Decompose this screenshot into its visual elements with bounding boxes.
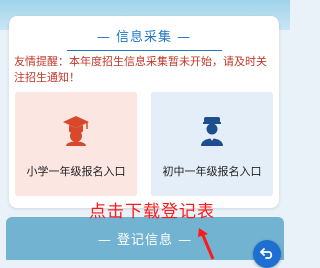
primary-entry-label: 小学一年级报名入口 <box>26 165 126 178</box>
info-collection-card: — 信息采集 — 友情提醒：本年度招生信息采集暂未开始，请及时关注招生通知！ 小… <box>9 16 279 208</box>
red-arrow-icon <box>198 228 215 260</box>
graduation-cap-icon <box>63 116 89 146</box>
notice-text: 友情提醒：本年度招生信息采集暂未开始，请及时关注招生通知！ <box>14 55 267 84</box>
register-info-label: — 登记信息 — <box>97 233 193 248</box>
download-form-annotation: 点击下载登记表 <box>89 202 215 222</box>
title-divider <box>67 50 222 51</box>
primary-grade1-entry[interactable]: 小学一年级报名入口 <box>15 92 137 196</box>
back-button[interactable] <box>253 240 281 268</box>
register-info-button[interactable]: — 登记信息 — <box>6 217 284 260</box>
junior-entry-label: 初中一年级报名入口 <box>162 165 262 178</box>
junior-grade1-entry[interactable]: 初中一年级报名入口 <box>151 92 273 196</box>
student-icon <box>201 117 223 146</box>
back-icon <box>260 248 273 259</box>
card-title: — 信息采集 — <box>96 30 192 45</box>
